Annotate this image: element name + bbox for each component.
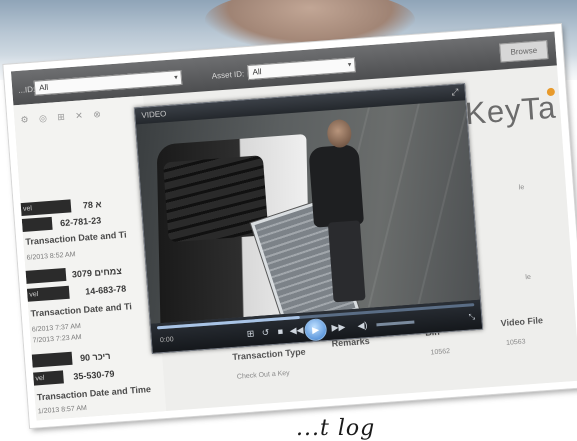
player-title: VIDEO — [141, 109, 167, 120]
resize-icon[interactable]: ⤡ — [468, 312, 475, 322]
list-item-name: 3079 צמחים — [71, 265, 123, 280]
video-person-body — [308, 144, 365, 228]
cell-transaction-type: Check Out a Key — [236, 369, 290, 381]
asset-id-label: Asset ID: — [211, 69, 245, 81]
browse-button[interactable]: Browse — [499, 40, 549, 63]
list-item-heading: Transaction Date and Ti — [25, 229, 127, 247]
user-id-select[interactable]: All ▾ — [33, 69, 183, 96]
video-frame[interactable] — [136, 100, 480, 324]
list-item-name: ריכר 90 — [79, 350, 111, 364]
list-item-tag: vel — [22, 205, 33, 213]
side-label: le — [518, 184, 525, 192]
video-player-window[interactable]: VIDEO ⤢ 0:00 ⊞ ↺ ■ ◀◀ ▶ ▶▶ ◀) ⤡ — [133, 83, 484, 354]
chevron-down-icon: ▾ — [347, 61, 352, 69]
repeat-icon[interactable]: ↺ — [261, 327, 269, 339]
play-button[interactable]: ▶ — [303, 318, 328, 342]
list-item-header-bar[interactable] — [25, 267, 67, 284]
list-item-tag: vel — [35, 374, 45, 383]
list-item-code: 35-530-79 — [73, 368, 115, 382]
video-person-head — [326, 118, 353, 149]
column-header-video-file[interactable]: Video File — [500, 315, 543, 328]
user-id-value: All — [38, 82, 49, 93]
list-item-header-bar — [21, 216, 53, 232]
volume-slider[interactable] — [376, 320, 415, 327]
list-item-heading: Transaction Date and Ti — [30, 301, 133, 319]
fullscreen-icon[interactable]: ⤢ — [451, 87, 459, 98]
cell-bin: 10562 — [430, 348, 451, 357]
list-item-header-bar[interactable] — [31, 351, 73, 368]
list-item-name: 78 א — [82, 199, 102, 211]
shuffle-icon[interactable]: ⊞ — [246, 328, 254, 340]
list-item-time: 6/2013 7:37 AM — [31, 323, 82, 334]
video-person-legs — [327, 220, 366, 303]
caption-text: ...t log — [296, 416, 376, 441]
list-item-tag: vel — [29, 291, 39, 299]
list-item-time: 7/2013 7:23 AM — [32, 333, 82, 345]
next-icon[interactable]: ▶▶ — [331, 322, 346, 334]
list-item-time: 1/2013 8:57 AM — [37, 404, 88, 416]
list-item-time: 6/2013 8:52 AM — [26, 251, 76, 262]
list-toolbar-icons[interactable]: ⚙ ◎ ⊞ ✕ ⊗ — [20, 109, 105, 126]
floor-line — [414, 100, 474, 319]
stop-icon[interactable]: ■ — [277, 326, 283, 336]
floor-line — [364, 100, 424, 323]
volume-icon[interactable]: ◀) — [357, 320, 368, 332]
list-item-heading: Transaction Date and Time — [36, 384, 152, 403]
side-label: le — [525, 273, 532, 282]
list-item-code: 62-781-23 — [59, 215, 102, 229]
column-header-transaction-type[interactable]: Transaction Type — [232, 347, 306, 362]
list-item-code: 14-683-78 — [84, 283, 127, 297]
app-screen: ...ID: All ▾ Asset ID: All ▾ Browse ⚙ ◎ … — [10, 31, 577, 421]
brand-logo: KeyTa — [463, 89, 558, 132]
asset-id-select[interactable]: All ▾ — [247, 57, 356, 81]
user-id-label: ...ID: — [17, 84, 36, 95]
previous-icon[interactable]: ◀◀ — [289, 325, 304, 337]
asset-id-value: All — [252, 67, 262, 77]
cell-video-file[interactable]: 10563 — [506, 338, 526, 346]
chevron-down-icon: ▾ — [174, 74, 179, 82]
screenshot-card: ...ID: All ▾ Asset ID: All ▾ Browse ⚙ ◎ … — [3, 24, 577, 428]
time-readout: 0:00 — [159, 336, 174, 345]
